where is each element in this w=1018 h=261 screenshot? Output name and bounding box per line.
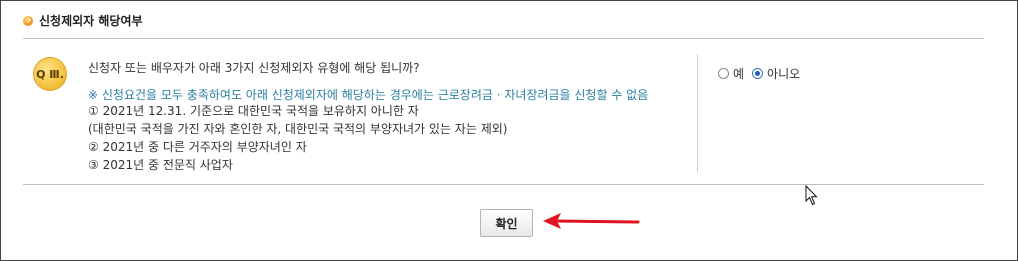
option-yes[interactable]: 예 — [718, 65, 744, 82]
section-title: 신청제외자 해당여부 — [23, 12, 143, 29]
question-text: 신청자 또는 배우자가 아래 3가지 신청제외자 유형에 해당 됩니까? — [88, 61, 420, 75]
annotation-arrow-icon — [543, 213, 640, 229]
option-no[interactable]: 아니오 — [752, 65, 800, 82]
criterion-1-exception: (대한민국 국적을 가진 자와 혼인한 자, 대한민국 국적의 부양자녀가 있는… — [88, 122, 508, 136]
form-panel: 신청제외자 해당여부 Q Ⅲ. 신청자 또는 배우자가 아래 3가지 신청제외자… — [0, 0, 1018, 261]
radio-yes[interactable] — [718, 68, 729, 79]
criterion-3: ③ 2021년 중 전문직 사업자 — [88, 158, 233, 172]
mouse-cursor-icon — [805, 185, 818, 206]
column-divider — [697, 54, 698, 172]
question-note: ※ 신청요건을 모두 충족하여도 아래 신청제외자에 해당하는 경우에는 근로장… — [88, 88, 649, 102]
criterion-2: ② 2021년 중 다른 거주자의 부양자녀인 자 — [88, 140, 307, 154]
answer-options: 예 아니오 — [718, 65, 808, 82]
criterion-1: ① 2021년 12.31. 기준으로 대한민국 국적을 보유하지 아니한 자 — [88, 104, 419, 118]
question-number-badge: Q Ⅲ. — [33, 57, 67, 91]
confirm-button[interactable]: 확인 — [480, 209, 533, 237]
section-title-text: 신청제외자 해당여부 — [39, 14, 143, 28]
bottom-divider — [23, 184, 984, 185]
section-bullet-icon — [23, 15, 33, 26]
top-divider — [23, 38, 984, 39]
option-no-label: 아니오 — [767, 67, 801, 81]
option-yes-label: 예 — [733, 67, 745, 81]
radio-no[interactable] — [752, 68, 764, 79]
